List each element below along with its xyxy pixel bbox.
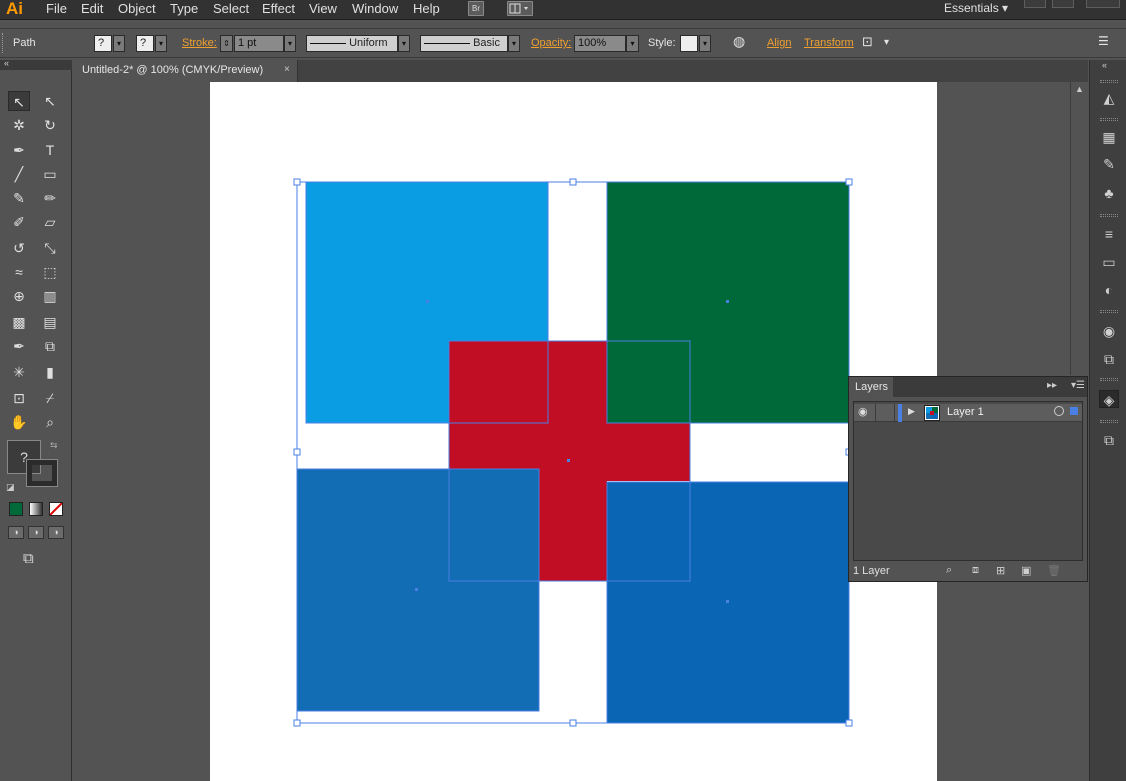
panel-dock: « ◭ ▦ ✎ ♣ ≡ ▭ ◐ ◉ ⧉ ◈ ⧉ (1089, 60, 1126, 781)
layer-thumbnail (924, 405, 940, 421)
delete-layer-icon[interactable]: 🗑 (1047, 564, 1061, 577)
layer-name[interactable]: Layer 1 (947, 406, 984, 418)
dock-grip[interactable] (1100, 420, 1118, 423)
locate-object-icon[interactable]: ⌕ (946, 564, 952, 577)
stroke-icon[interactable]: ≡ (1099, 225, 1119, 243)
red-cross-overlap-top (607, 341, 690, 423)
dock-grip[interactable] (1100, 214, 1118, 217)
swatches-icon[interactable]: ▦ (1099, 128, 1119, 146)
column-divider (875, 404, 876, 422)
red-cross-overlap-left (449, 469, 539, 581)
layers-panel-footer: 1 Layer ⌕ ⧈ ⊞ ▣ 🗑 (849, 563, 1087, 581)
dock-grip[interactable] (1100, 118, 1118, 121)
panel-menu-icon[interactable]: ▾☰ (1071, 380, 1085, 391)
target-circle-icon[interactable] (1054, 406, 1064, 416)
selection-indicator[interactable] (1070, 407, 1078, 415)
dock-grip[interactable] (1100, 80, 1118, 83)
appearance-icon[interactable]: ◉ (1099, 322, 1119, 340)
red-cross-vertical[interactable] (539, 341, 607, 581)
collapse-panel-icon[interactable]: ▸▸ (1047, 380, 1057, 391)
transparency-icon[interactable]: ◐ (1099, 281, 1119, 299)
brushes-icon[interactable]: ✎ (1099, 155, 1119, 173)
expand-panels-icon[interactable]: « (1102, 60, 1107, 70)
center-point-blue-left (415, 588, 418, 591)
handle-bottom-left[interactable] (293, 719, 301, 727)
scroll-up-arrow-icon[interactable]: ▲ (1075, 84, 1084, 94)
create-new-layer-icon[interactable]: ▣ (1021, 564, 1031, 577)
dock-grip[interactable] (1100, 310, 1118, 313)
handle-bottom-right[interactable] (845, 719, 853, 727)
color-guide-icon[interactable]: ◭ (1099, 89, 1119, 107)
symbols-icon[interactable]: ♣ (1099, 184, 1119, 202)
layers-tab[interactable]: Layers (849, 377, 893, 397)
center-point-cyan (426, 300, 429, 303)
layer-count: 1 Layer (853, 565, 890, 577)
handle-top-right[interactable] (845, 178, 853, 186)
layers-icon[interactable]: ◈ (1099, 390, 1119, 408)
gradient-icon[interactable]: ▭ (1099, 253, 1119, 271)
visibility-eye-icon[interactable]: ◉ (858, 405, 868, 418)
layer-row[interactable]: ◉ ▶ Layer 1 (854, 404, 1082, 422)
column-divider (894, 404, 895, 422)
vertical-scrollbar[interactable]: ▲ (1070, 82, 1088, 375)
center-point-blue-right (726, 600, 729, 603)
artboards-icon[interactable]: ⧉ (1099, 431, 1119, 449)
layers-panel-header[interactable]: Layers ▸▸ ▾☰ (849, 377, 1087, 397)
layers-panel: Layers ▸▸ ▾☰ ◉ ▶ Layer 1 1 Layer ⌕ ⧈ ⊞ ▣… (848, 376, 1088, 582)
red-cross-overlap-bottom (607, 482, 690, 581)
layers-list: ◉ ▶ Layer 1 (853, 401, 1083, 561)
handle-middle-left[interactable] (293, 448, 301, 456)
center-point-green (726, 300, 729, 303)
expand-triangle-icon[interactable]: ▶ (908, 406, 915, 417)
center-point-red (567, 459, 570, 462)
handle-top-middle[interactable] (569, 178, 577, 186)
layer-color-bar (898, 404, 902, 422)
handle-top-left[interactable] (293, 178, 301, 186)
dock-grip[interactable] (1100, 378, 1118, 381)
create-new-sublayer-icon[interactable]: ⊞ (996, 564, 1005, 577)
handle-bottom-middle[interactable] (569, 719, 577, 727)
graphic-styles-icon[interactable]: ⧉ (1099, 350, 1119, 368)
make-clipping-mask-icon[interactable]: ⧈ (972, 564, 979, 577)
